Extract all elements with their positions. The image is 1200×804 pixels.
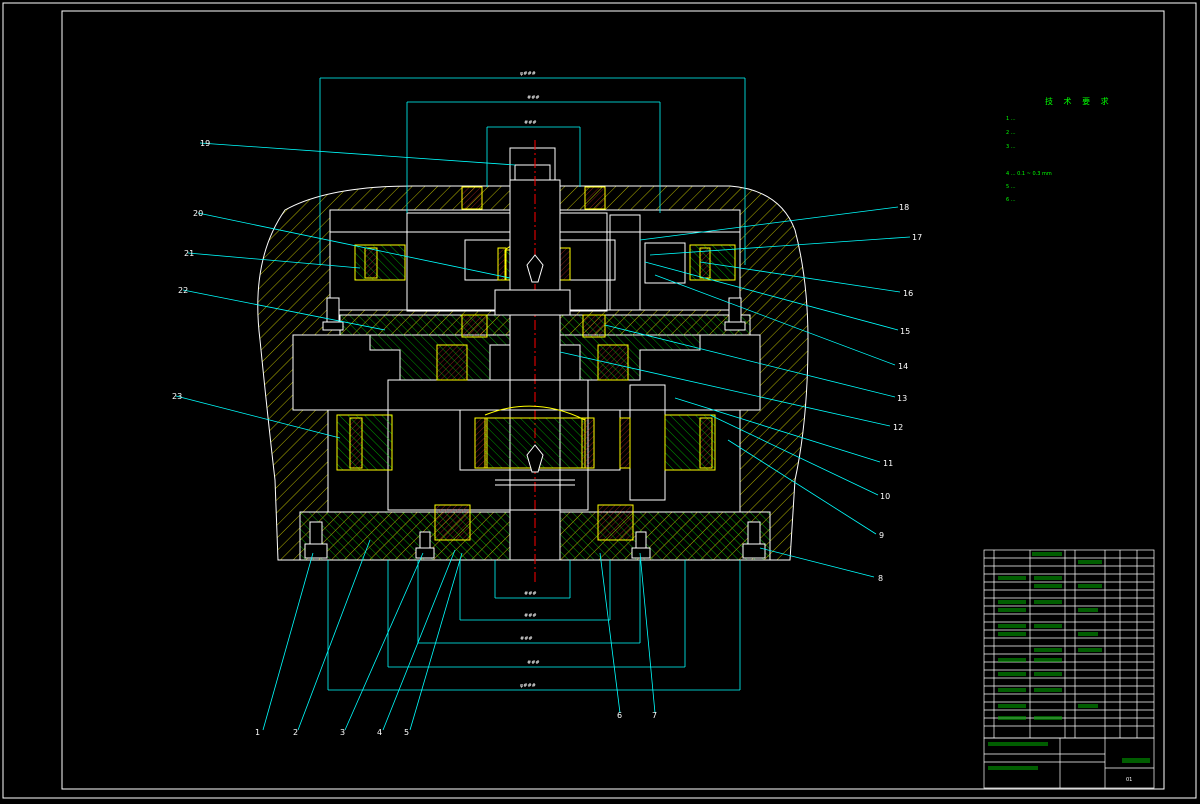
dim-bot-4: ### bbox=[527, 660, 540, 666]
dim-top-3: ### bbox=[524, 120, 537, 126]
part-number: 11 bbox=[883, 459, 893, 468]
part-number: 14 bbox=[898, 362, 908, 371]
part-number: 10 bbox=[880, 492, 890, 501]
dim-bot-5: φ### bbox=[520, 683, 536, 689]
part-number: 1 bbox=[255, 728, 260, 737]
dim-bot-1: ### bbox=[524, 591, 537, 597]
part-number: 19 bbox=[200, 139, 210, 148]
part-number: 23 bbox=[172, 392, 182, 401]
part-number: 13 bbox=[897, 394, 907, 403]
part-number: 12 bbox=[893, 423, 903, 432]
tech-requirement-line: 5 ... bbox=[1006, 184, 1016, 190]
dim-bot-2: ### bbox=[524, 613, 537, 619]
part-number: 8 bbox=[878, 574, 883, 583]
dim-top-2: ### bbox=[527, 95, 540, 101]
part-number: 16 bbox=[903, 289, 913, 298]
tech-requirement-line: 6 ... bbox=[1006, 197, 1016, 203]
part-number: 15 bbox=[900, 327, 910, 336]
tech-requirement-line: 2 ... bbox=[1006, 130, 1016, 136]
title-block-name bbox=[1122, 758, 1150, 763]
part-number: 6 bbox=[617, 711, 622, 720]
part-number: 18 bbox=[899, 203, 909, 212]
cad-drawing-sheet: φ### ### ### ### ### ### ### φ### 1 2 3 … bbox=[0, 0, 1200, 800]
tech-requirements-title: 技 术 要 求 bbox=[1045, 96, 1113, 106]
part-number: 3 bbox=[340, 728, 345, 737]
part-number: 5 bbox=[404, 728, 409, 737]
part-number: 9 bbox=[879, 531, 884, 540]
part-number: 22 bbox=[178, 286, 188, 295]
technical-requirements: 技 术 要 求 1 ... 2 ... 3 ... 4 ... 0.1 ~ 0.… bbox=[1006, 96, 1113, 203]
part-number: 2 bbox=[293, 728, 298, 737]
title-block-field bbox=[988, 766, 1038, 770]
part-number: 21 bbox=[184, 249, 194, 258]
parts-list-entries bbox=[998, 552, 1102, 720]
part-number: 7 bbox=[652, 711, 657, 720]
tech-requirement-line: 4 ... 0.1 ~ 0.3 mm bbox=[1006, 171, 1052, 177]
title-block-field bbox=[988, 742, 1048, 746]
assembly-drawing: φ### ### ### ### ### ### ### φ### 1 2 3 … bbox=[2, 2, 1197, 799]
part-number: 4 bbox=[377, 728, 382, 737]
dim-top-1: φ### bbox=[520, 71, 536, 77]
tech-requirement-line: 3 ... bbox=[1006, 144, 1016, 150]
drawing-code: 01 bbox=[1126, 777, 1132, 783]
tech-requirement-line: 1 ... bbox=[1006, 116, 1016, 122]
part-number: 20 bbox=[193, 209, 203, 218]
dim-bot-3: ### bbox=[520, 636, 533, 642]
part-number: 17 bbox=[912, 233, 922, 242]
